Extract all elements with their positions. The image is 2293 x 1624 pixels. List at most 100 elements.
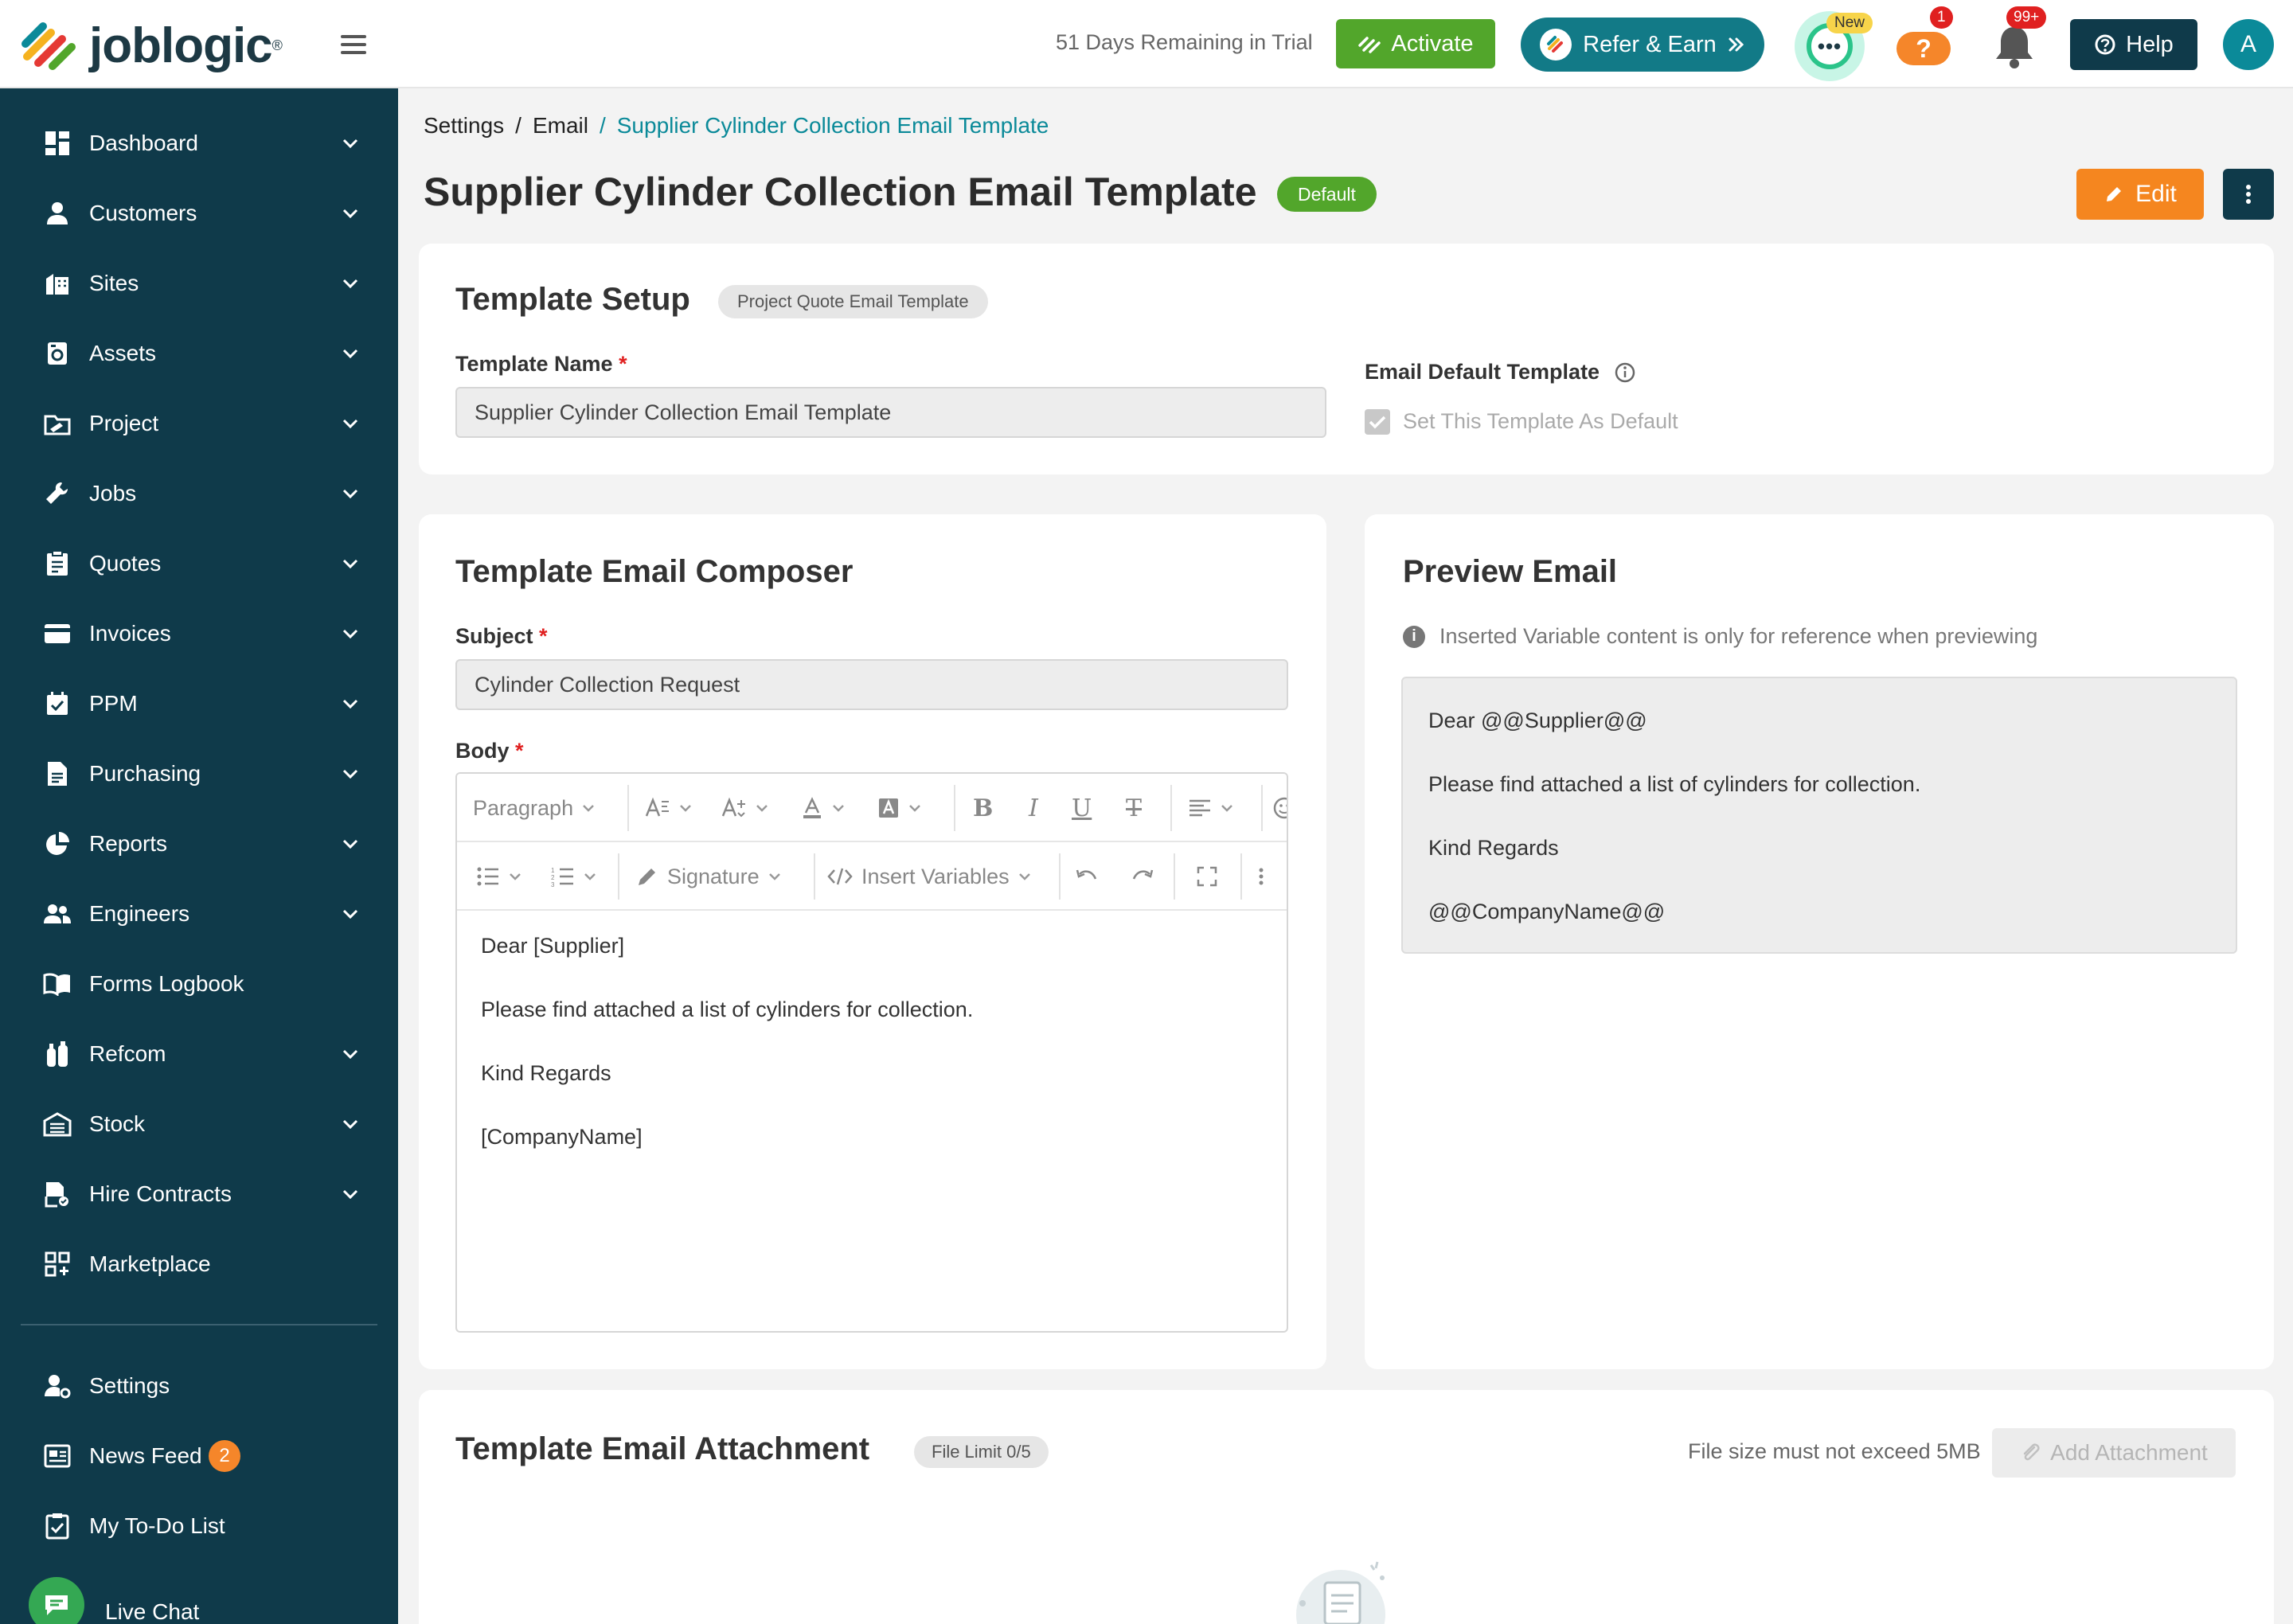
redo-icon[interactable]	[1131, 842, 1154, 911]
sidebar-item-invoices[interactable]: Invoices	[0, 602, 398, 666]
help-cloud-button[interactable]: ?	[1897, 27, 1951, 65]
warehouse-icon	[43, 1110, 72, 1138]
paragraph-dropdown[interactable]: Paragraph	[473, 774, 596, 842]
undo-icon[interactable]	[1075, 842, 1099, 911]
chevron-down-icon[interactable]	[339, 763, 361, 785]
chevron-down-icon[interactable]	[339, 482, 361, 505]
chevron-down-icon[interactable]	[339, 1043, 361, 1065]
sidebar-item-label: Jobs	[89, 481, 137, 506]
bulleted-list-dropdown[interactable]	[476, 842, 522, 911]
preview-info-text: Inserted Variable content is only for re…	[1439, 624, 2038, 648]
chevron-down-icon	[584, 873, 596, 880]
svg-text:3: 3	[551, 881, 555, 887]
set-default-checkbox[interactable]	[1365, 409, 1390, 435]
sidebar-item-assets[interactable]: Assets	[0, 322, 398, 385]
user-avatar[interactable]: A	[2223, 19, 2274, 70]
sidebar-item-stock[interactable]: Stock	[0, 1092, 398, 1156]
fullscreen-icon[interactable]	[1196, 842, 1218, 911]
more-tools-icon[interactable]	[1258, 842, 1264, 911]
align-dropdown[interactable]	[1188, 774, 1234, 842]
sidebar-item-reports[interactable]: Reports	[0, 812, 398, 876]
joblogic-logo[interactable]: joblogic ®	[19, 18, 283, 74]
sidebar-item-hire-contracts[interactable]: Hire Contracts	[0, 1162, 398, 1226]
info-icon: i	[1403, 625, 1425, 648]
chevron-down-icon[interactable]	[339, 693, 361, 715]
chevron-down-icon[interactable]	[339, 1113, 361, 1135]
activate-button[interactable]: Activate	[1336, 19, 1495, 68]
sidebar-item-engineers[interactable]: Engineers	[0, 882, 398, 946]
edit-button[interactable]: Edit	[2076, 169, 2204, 220]
more-options-button[interactable]	[2223, 169, 2274, 220]
sidebar-item-dashboard[interactable]: Dashboard	[0, 111, 398, 175]
sidebar-item-quotes[interactable]: Quotes	[0, 532, 398, 595]
italic-icon[interactable]: I	[1029, 774, 1038, 842]
breadcrumb-separator: /	[515, 113, 521, 138]
user-settings-icon	[43, 1372, 72, 1400]
numbered-list-icon: 123	[551, 867, 573, 887]
sidebar-item-purchasing[interactable]: Purchasing	[0, 742, 398, 806]
editor-content[interactable]: Dear [Supplier] Please find attached a l…	[481, 933, 973, 1188]
breadcrumb: Settings / Email / Supplier Cylinder Col…	[424, 113, 1049, 139]
chevron-down-icon[interactable]	[339, 202, 361, 224]
logo-mark-icon	[19, 20, 81, 72]
live-chat-icon	[29, 1577, 84, 1624]
font-size-dropdown[interactable]	[721, 774, 769, 842]
breadcrumb-settings[interactable]: Settings	[424, 113, 504, 139]
body-rich-text-editor[interactable]: Paragraph B I U T 1 2 3 Signature Insert…	[455, 772, 1288, 1333]
sidebar-item-ppm[interactable]: PPM	[0, 672, 398, 736]
notifications-button[interactable]	[1990, 22, 2038, 70]
dashboard-icon	[43, 129, 72, 158]
sidebar-item-refcom[interactable]: Refcom	[0, 1022, 398, 1086]
body-line: Kind Regards	[481, 1061, 611, 1085]
font-family-dropdown[interactable]	[645, 774, 693, 842]
trial-remaining-text: 51 Days Remaining in Trial	[1056, 30, 1313, 54]
font-color-dropdown[interactable]	[801, 774, 846, 842]
sidebar-item-forms-logbook[interactable]: Forms Logbook	[0, 952, 398, 1016]
chevron-down-icon[interactable]	[339, 833, 361, 855]
sidebar-item-news-feed[interactable]: News Feed 2	[0, 1424, 398, 1488]
sidebar-item-label: Project	[89, 411, 159, 435]
notifications-badge: 99+	[2006, 6, 2047, 29]
chevron-down-icon[interactable]	[339, 132, 361, 154]
numbered-list-dropdown[interactable]: 123	[551, 842, 597, 911]
chevron-down-icon[interactable]	[339, 623, 361, 645]
chevron-down-icon[interactable]	[339, 342, 361, 365]
strikethrough-icon[interactable]: T	[1126, 774, 1142, 842]
help-button[interactable]: Help	[2070, 19, 2197, 70]
add-attachment-button[interactable]: Add Attachment	[1992, 1428, 2236, 1478]
book-icon	[43, 970, 72, 998]
sidebar-item-project[interactable]: Project	[0, 392, 398, 455]
chevron-down-icon[interactable]	[339, 552, 361, 575]
top-bar: joblogic ® 51 Days Remaining in Trial Ac…	[0, 0, 2293, 88]
background-color-dropdown[interactable]	[877, 774, 922, 842]
subject-input[interactable]: Cylinder Collection Request	[455, 659, 1288, 710]
bold-icon[interactable]: B	[973, 774, 993, 842]
signature-dropdown[interactable]: Signature	[635, 842, 782, 911]
chevron-down-icon[interactable]	[339, 412, 361, 435]
refer-earn-button[interactable]: Refer & Earn	[1521, 18, 1764, 72]
chevron-down-icon[interactable]	[339, 272, 361, 295]
template-name-label-text: Template Name	[455, 352, 613, 376]
template-name-input[interactable]: Supplier Cylinder Collection Email Templ…	[455, 387, 1326, 438]
underline-icon[interactable]: U	[1072, 774, 1092, 842]
sidebar-item-settings[interactable]: Settings	[0, 1354, 398, 1418]
sidebar-item-customers[interactable]: Customers	[0, 182, 398, 245]
chevron-down-icon[interactable]	[339, 903, 361, 925]
emoji-icon[interactable]	[1272, 774, 1287, 842]
file-limit-pill: File Limit 0/5	[914, 1436, 1049, 1468]
editor-toolbar-row-1: Paragraph B I U T	[457, 774, 1287, 842]
sidebar-item-label: Settings	[89, 1373, 170, 1398]
sidebar-item-marketplace[interactable]: Marketplace	[0, 1232, 398, 1296]
body-line: Dear [Supplier]	[481, 934, 625, 958]
sidebar-item-sites[interactable]: Sites	[0, 252, 398, 315]
chevron-down-icon[interactable]	[339, 1183, 361, 1205]
info-circle-icon[interactable]	[1614, 361, 1636, 384]
signature-label: Signature	[667, 864, 760, 888]
menu-toggle-icon[interactable]	[341, 35, 366, 54]
svg-text:1: 1	[551, 867, 555, 874]
insert-variables-dropdown[interactable]: Insert Variables	[826, 842, 1032, 911]
sidebar-item-jobs[interactable]: Jobs	[0, 462, 398, 525]
sidebar-item-live-chat[interactable]: Live Chat	[0, 1572, 398, 1624]
breadcrumb-email[interactable]: Email	[533, 113, 588, 139]
sidebar-item-todo[interactable]: My To-Do List	[0, 1494, 398, 1558]
